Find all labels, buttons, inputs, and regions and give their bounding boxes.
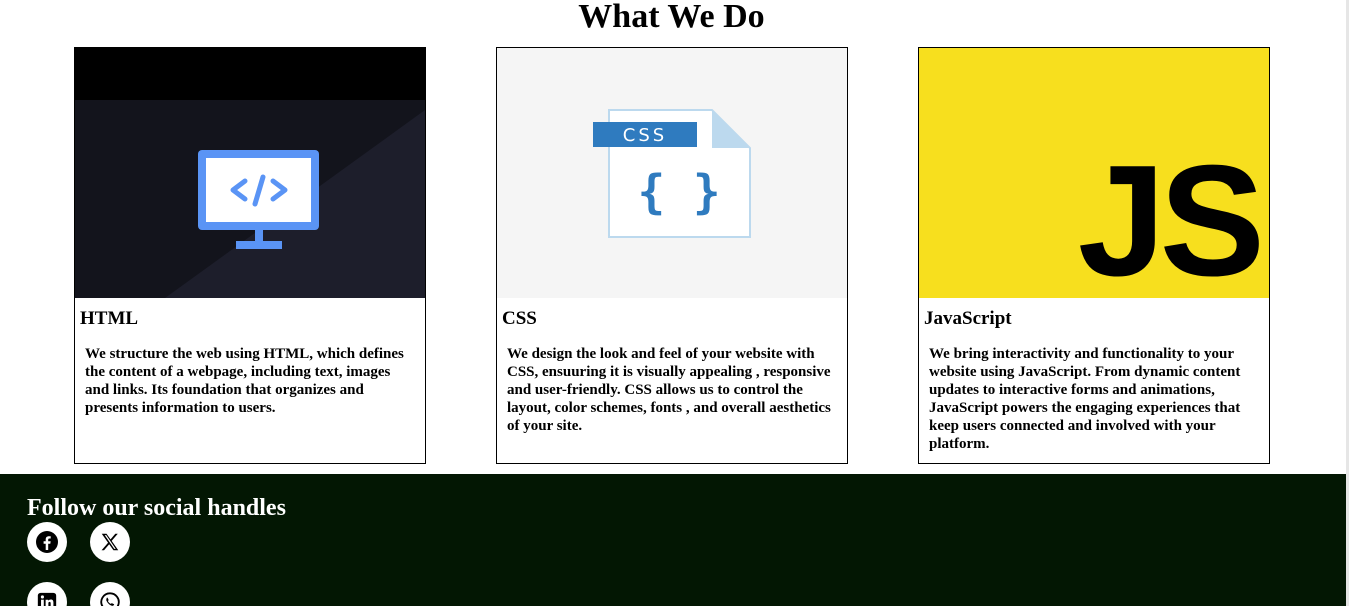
card-css-description: We design the look and feel of your webs… [507,346,831,434]
whatsapp-link[interactable] [90,582,130,606]
css-file-icon: CSS { } [593,109,751,238]
card-html: HTML We structure the web using HTML, wh… [74,47,426,464]
svg-text:{ }: { } [637,165,720,219]
card-css-image: CSS { } [497,48,847,298]
js-logo-icon: JS [1078,133,1266,298]
card-javascript-description: We bring interactivity and functionality… [929,346,1241,452]
footer: Follow our social handles [0,474,1346,606]
facebook-link[interactable] [27,522,67,562]
card-css: CSS { } CSS We design the look and feel … [496,47,848,464]
footer-heading: Follow our social handles [27,495,286,521]
facebook-icon [36,531,58,553]
svg-text:JS: JS [1078,133,1260,298]
card-javascript: JS JavaScript We bring interactivity and… [918,47,1270,464]
card-javascript-title: JavaScript [924,308,1012,329]
monitor-code-icon [75,48,425,298]
card-html-title: HTML [80,308,139,329]
card-html-image [75,48,425,298]
card-html-description: We structure the web using HTML, which d… [85,346,404,416]
svg-text:CSS: CSS [623,125,667,146]
x-twitter-icon [101,533,119,551]
linkedin-icon [37,592,57,606]
x-twitter-link[interactable] [90,522,130,562]
page-title: What We Do [578,0,765,35]
linkedin-link[interactable] [27,582,67,606]
whatsapp-icon [100,592,120,606]
card-javascript-image: JS [919,48,1269,298]
card-css-title: CSS [502,308,537,329]
